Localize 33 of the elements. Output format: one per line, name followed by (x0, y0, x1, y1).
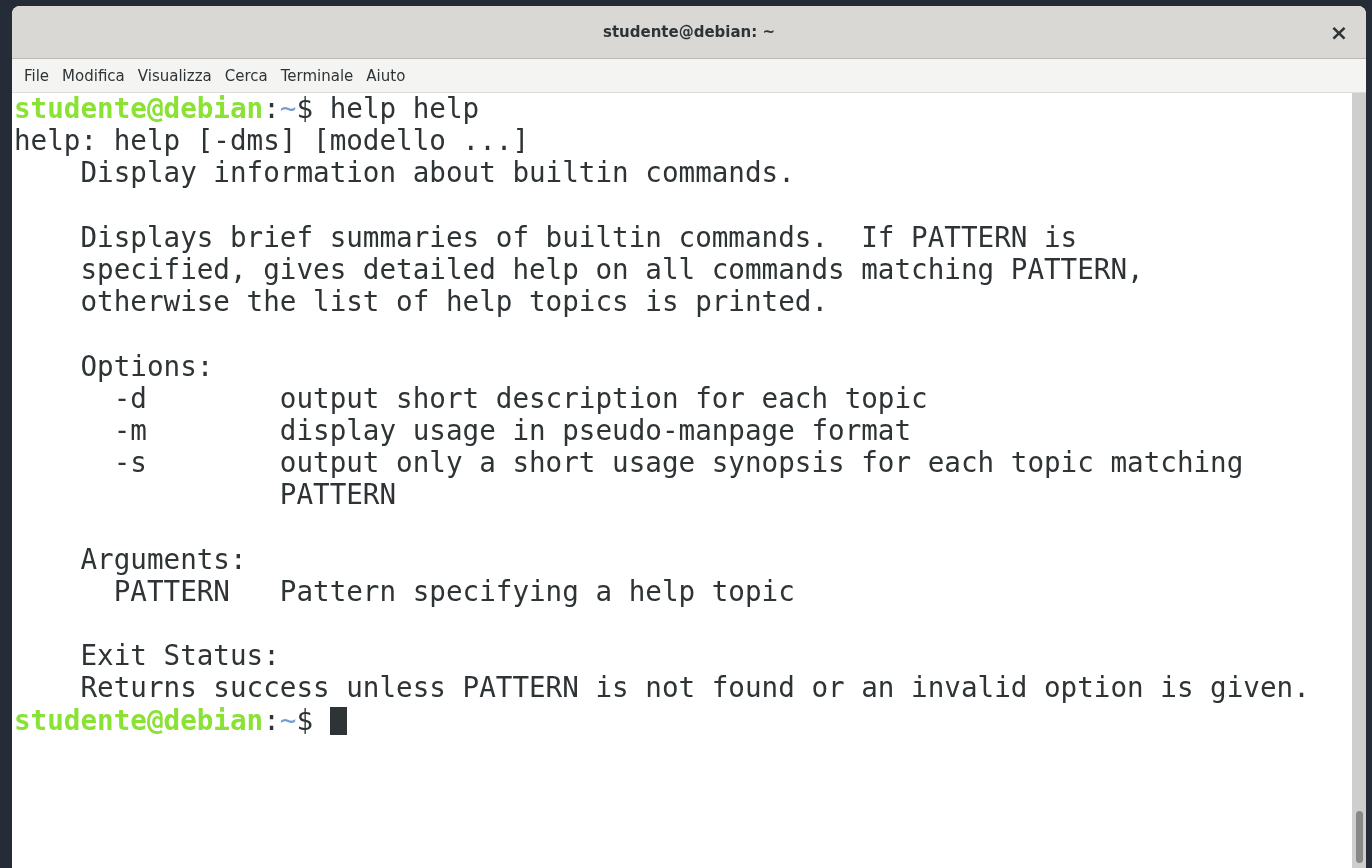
menu-item[interactable]: Terminale (275, 66, 362, 85)
menu-item[interactable]: Cerca (219, 66, 276, 85)
menu-item[interactable]: Visualizza (132, 66, 220, 85)
prompt-symbol: $ (296, 93, 314, 126)
command-text: help help (328, 93, 480, 126)
output-line: Display information about builtin commands. (79, 157, 795, 190)
prompt-user-host: studente@debian (14, 93, 264, 126)
close-button[interactable]: × (1324, 17, 1354, 47)
output-line: Exit Status: (79, 640, 280, 673)
output-line: -s output only a short usage synopsis for each topic matching (112, 447, 1244, 480)
output-line: Options: (79, 350, 214, 383)
output-line: PATTERN (278, 479, 397, 512)
scrollbar-thumb[interactable] (1355, 811, 1363, 863)
scrollbar[interactable] (1352, 93, 1366, 868)
prompt-path: ~ (279, 704, 297, 737)
menu-item[interactable]: Modifica (57, 66, 133, 85)
prompt-user-host: studente@debian (14, 704, 264, 737)
output-line: -d output short description for each topic (113, 382, 928, 415)
prompt-separator: : (263, 704, 280, 737)
output-line: Arguments: (79, 543, 247, 576)
prompt-separator: : (263, 93, 280, 126)
menu-item[interactable]: File (19, 66, 58, 85)
output-line: PATTERN Pattern specifying a help topic (113, 575, 795, 608)
output-line: specified, gives detailed help on all commands matching PATTERN, (79, 253, 1144, 287)
prompt-path: ~ (279, 93, 297, 126)
output-line: Displays brief summaries of builtin commands. If PATTERN is (79, 221, 1078, 254)
menu-item[interactable]: Aiuto (361, 66, 414, 85)
output-line: help: help [-dms] [modello ...] (14, 125, 529, 158)
window-title: studente@debian: ~ (601, 23, 777, 41)
output-line: otherwise the list of help topics is printed. (79, 286, 829, 319)
output-line: Returns success unless PATTERN is not found or an invalid option is given. (79, 672, 1310, 705)
output-line: -m display usage in pseudo-manpage format (112, 414, 912, 448)
prompt-symbol: $ (296, 704, 314, 737)
